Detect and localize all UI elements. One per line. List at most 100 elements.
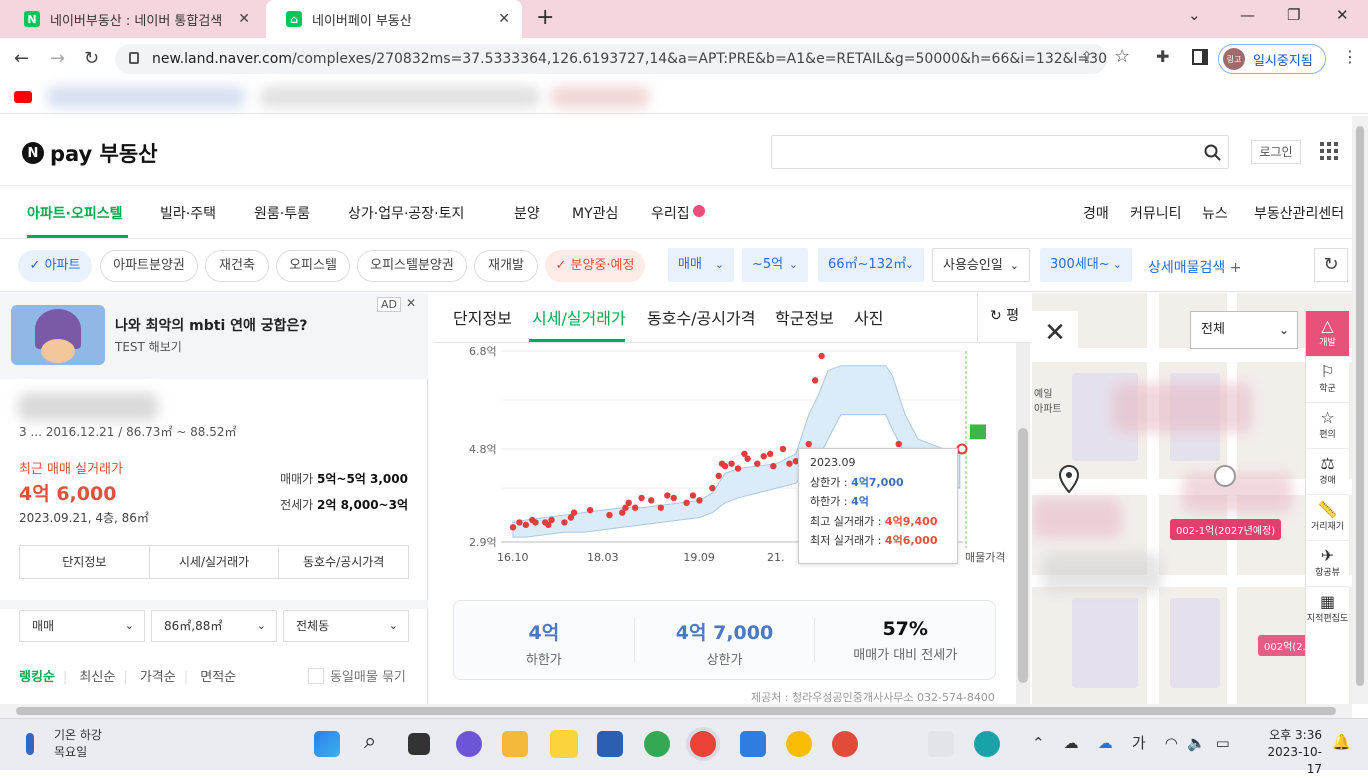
menu-presale[interactable]: 분양	[514, 203, 540, 223]
chevron-up-icon[interactable]: ⌃	[1032, 734, 1045, 752]
battery-icon[interactable]: ▭	[1216, 734, 1230, 752]
clock[interactable]: 오후 3:36 2023-10-17	[1256, 727, 1322, 778]
pyeong-toggle-button[interactable]: ↻ 평	[977, 293, 1031, 343]
windows-start-icon[interactable]	[314, 731, 340, 757]
area-dropdown[interactable]: 66㎡~132㎡ ⌄	[818, 248, 924, 282]
youtube-icon[interactable]	[14, 91, 32, 103]
map-tool-distance[interactable]: 📏 거리재기	[1306, 495, 1349, 541]
menu-apartment[interactable]: 아파트·오피스텔	[27, 203, 122, 223]
snipping-tool-icon[interactable]	[928, 731, 954, 757]
chip-officetel-presale[interactable]: 오피스텔분양권	[357, 250, 467, 282]
menu-kebab-icon[interactable]: ⋮	[1342, 47, 1358, 66]
household-dropdown[interactable]: 300세대~ ⌄	[1040, 248, 1132, 282]
map-pin-icon[interactable]	[1059, 465, 1079, 493]
detail-search-button[interactable]: 상세매물검색 +	[1148, 257, 1241, 277]
forward-icon[interactable]: →	[50, 48, 65, 69]
url-input[interactable]: new.land.naver.com/complexes/270832ms=37…	[115, 44, 1107, 74]
price-dropdown[interactable]: ~5억 ⌄	[742, 248, 808, 282]
app-icon[interactable]	[974, 731, 1000, 757]
chrome-profile-icon[interactable]	[690, 731, 716, 757]
ime-indicator[interactable]: 가	[1132, 734, 1146, 752]
map-tool-aerial[interactable]: ✈ 항공뷰	[1306, 541, 1349, 587]
page-horizontal-scrollbar[interactable]	[0, 704, 1352, 718]
sort-ranking[interactable]: 랭킹순	[19, 670, 55, 685]
chrome-icon[interactable]	[832, 731, 858, 757]
back-icon[interactable]: ←	[14, 48, 29, 69]
new-tab-icon[interactable]: +	[536, 5, 554, 30]
tab-price-history[interactable]: 시세/실거래가	[532, 305, 626, 329]
tab-complex-info[interactable]: 단지정보	[453, 305, 512, 329]
minimize-icon[interactable]: —	[1240, 6, 1255, 24]
map-layer-select[interactable]: 전체 ⌄	[1190, 311, 1298, 349]
menu-agent-center[interactable]: 부동산관리센터	[1254, 203, 1344, 223]
wifi-icon[interactable]: ◠	[1165, 734, 1178, 752]
side-panel-icon[interactable]	[1192, 49, 1208, 65]
apps-grid-icon[interactable]	[1320, 142, 1338, 160]
sort-price[interactable]: 가격순	[140, 670, 176, 685]
chrome-icon[interactable]	[786, 731, 812, 757]
weather-widget[interactable]: 기온 하강 목요일	[22, 727, 102, 761]
login-button[interactable]: 로그인	[1251, 140, 1301, 164]
reload-icon[interactable]: ↻	[84, 48, 99, 69]
chrome-icon[interactable]	[644, 731, 670, 757]
map-tool-cadastral[interactable]: ▦ 지적편집도	[1306, 587, 1349, 633]
chip-presale-upcoming[interactable]: ✓ 분양중·예정	[545, 250, 645, 282]
building-select[interactable]: 전체동 ⌄	[283, 610, 409, 642]
tab-school[interactable]: 학군정보	[775, 305, 834, 329]
close-tab-icon[interactable]: ✕	[238, 11, 250, 27]
menu-my-home[interactable]: 우리집	[651, 203, 705, 223]
map-tool-development[interactable]: △ 개발	[1306, 311, 1349, 357]
chat-icon[interactable]	[456, 731, 482, 757]
menu-auction[interactable]: 경매	[1083, 203, 1109, 223]
unit-price-button[interactable]: 동호수/공시가격	[279, 546, 408, 578]
browser-tab-search[interactable]: N 네이버부동산 : 네이버 통합검색 ✕	[4, 0, 262, 38]
price-history-button[interactable]: 시세/실거래가	[150, 546, 280, 578]
bookmark-star-icon[interactable]: ☆	[1114, 46, 1130, 67]
task-view-icon[interactable]	[408, 733, 430, 755]
notification-bell-icon[interactable]: 🔔	[1332, 733, 1351, 751]
close-tab-icon[interactable]: ✕	[498, 11, 510, 27]
word-icon[interactable]	[597, 731, 623, 757]
browser-tab-land[interactable]: ⌂ 네이버페이 부동산 ✕	[266, 0, 522, 38]
detail-scrollbar[interactable]	[1016, 343, 1030, 704]
trade-type-select[interactable]: 매매 ⌄	[19, 610, 145, 642]
share-icon[interactable]: ⇪	[1080, 48, 1093, 67]
trade-type-dropdown[interactable]: 매매 ⌄	[668, 248, 734, 282]
menu-my-interest[interactable]: MY관심	[572, 203, 618, 223]
complex-info-button[interactable]: 단지정보	[20, 546, 150, 578]
map-area[interactable]: 예일 아파트 002-1억(2027년예정) 002억(2... ✕ 전체 ⌄ △…	[1032, 293, 1352, 704]
chip-apt-presale-right[interactable]: 아파트분양권	[100, 250, 198, 282]
sort-latest[interactable]: 최신순	[79, 670, 115, 685]
file-explorer-icon[interactable]	[502, 731, 528, 757]
menu-commercial[interactable]: 상가·업무·공장·토지	[348, 203, 464, 223]
kakaotalk-icon[interactable]	[550, 730, 578, 758]
menu-oneroom[interactable]: 원룸·투룸	[254, 203, 310, 223]
tab-unit-price[interactable]: 동호수/공시가격	[647, 305, 755, 329]
area-select[interactable]: 86㎡,88㎡ ⌄	[151, 610, 277, 642]
chip-redevelopment[interactable]: 재개발	[474, 250, 538, 282]
close-ad-icon[interactable]: ✕	[406, 296, 416, 310]
cloud-icon[interactable]: ☁	[1064, 734, 1079, 752]
volume-icon[interactable]: 🔈	[1187, 734, 1206, 752]
close-map-icon[interactable]: ✕	[1032, 311, 1078, 357]
map-tool-convenience[interactable]: ☆ 편의	[1306, 403, 1349, 449]
refresh-icon[interactable]: ↻	[1314, 248, 1348, 282]
onedrive-icon[interactable]: ☁	[1098, 734, 1113, 752]
chip-apartment[interactable]: ✓ 아파트	[18, 250, 92, 282]
group-same-listings-checkbox[interactable]: 동일매물 묶기	[308, 666, 406, 685]
profile-button[interactable]: 링고 일시중지됨	[1218, 44, 1326, 74]
approval-date-dropdown[interactable]: 사용승인일 ⌄	[932, 248, 1030, 282]
chip-officetel[interactable]: 오피스텔	[276, 250, 350, 282]
close-window-icon[interactable]: ✕	[1336, 6, 1349, 24]
page-vertical-scrollbar[interactable]	[1352, 116, 1368, 704]
menu-news[interactable]: 뉴스	[1202, 203, 1228, 223]
app-icon[interactable]	[740, 731, 766, 757]
search-input[interactable]	[771, 135, 1229, 169]
map-poi-icon[interactable]	[1214, 465, 1236, 487]
chip-reconstruction[interactable]: 재건축	[205, 250, 269, 282]
tab-photos[interactable]: 사진	[854, 305, 883, 329]
search-icon[interactable]: ⌕	[364, 729, 376, 754]
restore-icon[interactable]: ❐	[1287, 6, 1300, 24]
menu-villa[interactable]: 빌라·주택	[160, 203, 216, 223]
map-tool-school[interactable]: ⚐ 학군	[1306, 357, 1349, 403]
